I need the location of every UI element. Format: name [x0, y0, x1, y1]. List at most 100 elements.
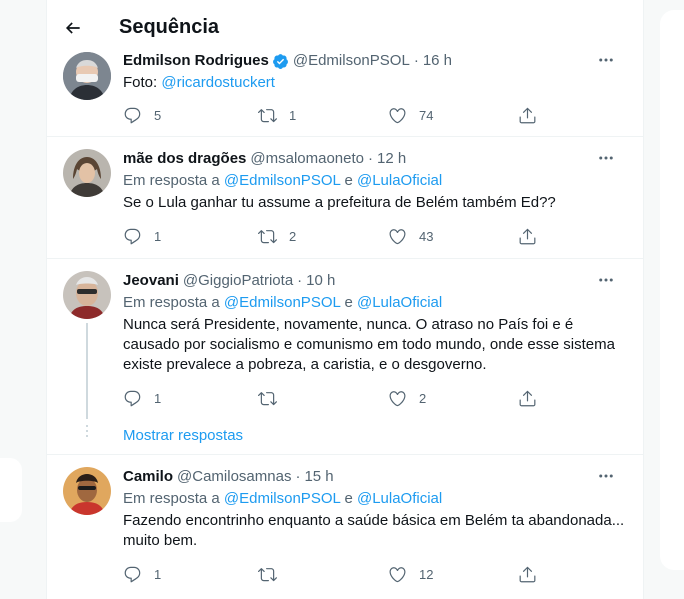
tweet-actions: 1 2 43 [123, 227, 563, 249]
reply-icon [124, 566, 141, 583]
heart-icon [389, 391, 406, 407]
thread-connector [86, 323, 88, 419]
tweet-text-line: Fazendo encontrinho enquanto a saúde bás… [123, 512, 625, 529]
separator-dot: · [413, 52, 419, 69]
reply-prefix: Em resposta a [123, 172, 224, 189]
separator-dot: · [368, 150, 374, 167]
tweet-text-line: muito bem. [123, 532, 198, 549]
avatar-photo [63, 467, 111, 515]
retweet-icon [258, 568, 277, 582]
author-name[interactable]: mãe dos dragões [123, 149, 246, 169]
tweet-body: Edmilson Rodrigues @EdmilsonPSOL · 16 h … [123, 51, 633, 93]
tweet-text-line: Nunca será Presidente, novamente, nunca.… [123, 316, 574, 333]
author-name[interactable]: Edmilson Rodrigues [123, 51, 269, 71]
reply-count: 5 [154, 108, 162, 123]
tweet-time[interactable]: 15 h [304, 467, 333, 487]
share-icon [519, 228, 536, 245]
like-count: 43 [419, 229, 434, 244]
left-panel-edge [0, 458, 22, 522]
reply-button[interactable]: 5 [123, 106, 161, 125]
more-options-button[interactable] [591, 269, 621, 291]
tweet[interactable]: mãe dos dragões @msalomaoneto · 12 h Em … [47, 137, 643, 259]
reply-prefix: Em resposta a [123, 294, 224, 311]
reply-button[interactable]: 1 [123, 565, 161, 584]
reply-button[interactable]: 1 [123, 227, 161, 246]
share-button[interactable] [518, 227, 537, 246]
retweet-button[interactable] [258, 389, 277, 408]
avatar[interactable] [63, 467, 111, 515]
reply-context: Em resposta a @EdmilsonPSOL e @LulaOfici… [123, 293, 633, 313]
separator-dot: · [297, 272, 303, 289]
show-replies-link[interactable]: Mostrar respostas [123, 427, 243, 444]
tweet-text-line: existe prevalece a pobreza, a caristia, … [123, 356, 487, 373]
tweet-text: Se o Lula ganhar tu assume a prefeitura … [123, 194, 556, 211]
reply-context: Em resposta a @EdmilsonPSOL e @LulaOfici… [123, 171, 633, 191]
retweet-button[interactable] [258, 565, 277, 584]
heart-icon [389, 567, 406, 583]
retweet-icon [258, 230, 277, 244]
mention-link[interactable]: @LulaOficial [357, 172, 442, 189]
avatar[interactable] [63, 52, 111, 100]
author-handle[interactable]: @EdmilsonPSOL [293, 51, 410, 71]
mention-link[interactable]: @LulaOficial [357, 294, 442, 311]
more-options-button[interactable] [591, 465, 621, 487]
reply-icon [124, 107, 141, 124]
like-button[interactable]: 74 [388, 106, 433, 125]
avatar-photo [63, 271, 111, 319]
tweet[interactable]: Edmilson Rodrigues @EdmilsonPSOL · 16 h … [47, 40, 643, 137]
tweet-actions: 5 1 74 [123, 106, 563, 128]
tweet-text: Foto: @ricardostuckert [123, 73, 633, 93]
like-button[interactable]: 43 [388, 227, 433, 246]
author-name[interactable]: Jeovani [123, 271, 179, 291]
retweet-count: 1 [289, 108, 297, 123]
more-options-button[interactable] [591, 147, 621, 169]
share-icon [519, 566, 536, 583]
like-button[interactable]: 2 [388, 389, 426, 408]
share-button[interactable] [518, 565, 537, 584]
right-sidebar-card [660, 10, 684, 570]
retweet-icon [258, 109, 277, 123]
tweet-time[interactable]: 16 h [423, 51, 452, 71]
reply-count: 1 [154, 391, 162, 406]
more-options-button[interactable] [591, 49, 621, 71]
author-name[interactable]: Camilo [123, 467, 173, 487]
author-handle[interactable]: @GiggioPatriota [183, 271, 293, 291]
avatar[interactable] [63, 271, 111, 319]
retweet-button[interactable]: 2 [258, 227, 296, 246]
tweet-text-prefix: Foto: [123, 74, 162, 91]
mention-link[interactable]: @ricardostuckert [161, 74, 275, 91]
author-handle[interactable]: @Camilosamnas [177, 467, 291, 487]
tweet-body: mãe dos dragões @msalomaoneto · 12 h Em … [123, 149, 633, 213]
tweet-time[interactable]: 10 h [306, 271, 335, 291]
reply-button[interactable]: 1 [123, 389, 161, 408]
reply-icon [124, 390, 141, 407]
page-title: Sequência [119, 16, 220, 38]
mention-link[interactable]: @EdmilsonPSOL [224, 172, 340, 189]
more-icon [599, 474, 613, 478]
like-count: 74 [419, 108, 434, 123]
share-button[interactable] [518, 106, 537, 125]
more-icon [599, 58, 613, 62]
share-icon [519, 390, 536, 407]
tweet-time[interactable]: 12 h [377, 149, 406, 169]
avatar[interactable] [63, 149, 111, 197]
tweet-body: Camilo @Camilosamnas · 15 h Em resposta … [123, 467, 633, 551]
author-handle[interactable]: @msalomaoneto [250, 149, 364, 169]
tweet[interactable]: Jeovani @GiggioPatriota · 10 h Em respos… [47, 259, 643, 455]
mention-link[interactable]: @EdmilsonPSOL [224, 490, 340, 507]
reply-context: Em resposta a @EdmilsonPSOL e @LulaOfici… [123, 489, 633, 509]
tweet[interactable]: Camilo @Camilosamnas · 15 h Em resposta … [47, 455, 643, 599]
reply-count: 1 [154, 567, 162, 582]
share-button[interactable] [518, 389, 537, 408]
reply-and: e [340, 294, 357, 311]
tweet-text: Nunca será Presidente, novamente, nunca.… [123, 315, 633, 375]
like-count: 12 [419, 567, 434, 582]
retweet-button[interactable]: 1 [258, 106, 296, 125]
like-button[interactable]: 12 [388, 565, 433, 584]
retweet-icon [258, 392, 277, 406]
mention-link[interactable]: @LulaOficial [357, 490, 442, 507]
tweet-text: Fazendo encontrinho enquanto a saúde bás… [123, 511, 633, 551]
verified-badge-icon [272, 53, 289, 70]
thread-dots [86, 425, 88, 440]
mention-link[interactable]: @EdmilsonPSOL [224, 294, 340, 311]
